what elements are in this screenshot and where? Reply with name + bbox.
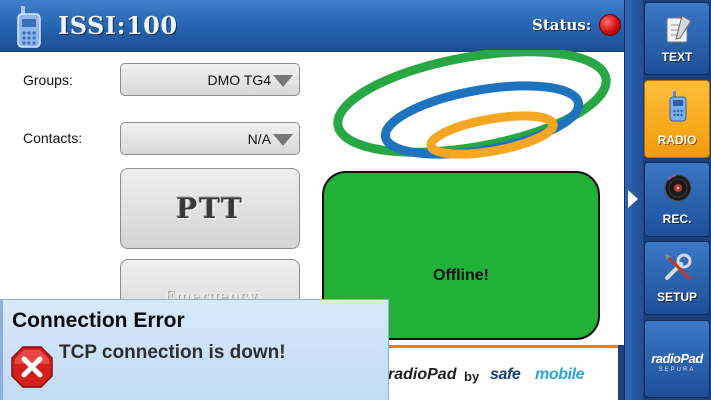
sidebar-item-radio[interactable]: RADIO: [644, 80, 710, 158]
status-label: Status:: [532, 16, 592, 34]
radiopad-brand-button[interactable]: radioPad SEPURA: [644, 320, 710, 398]
issi-title: ISSI:100: [58, 11, 178, 40]
sidebar-item-label: TEXT: [661, 50, 693, 64]
footer-company-part2: mobile: [535, 366, 585, 383]
groups-dropdown[interactable]: DMO TG4: [120, 63, 300, 96]
ptt-label: PTT: [176, 192, 244, 225]
status-indicator: [599, 14, 621, 36]
groups-label: Groups:: [23, 72, 73, 88]
error-message: TCP connection is down!: [59, 342, 286, 363]
footer-product-name: radioPad: [388, 366, 457, 383]
brand-sub-text: SEPURA: [658, 367, 696, 373]
sidebar-item-rec[interactable]: REC.: [644, 162, 710, 237]
error-title: Connection Error: [12, 309, 185, 332]
title-bar: ISSI:100 Status:: [0, 0, 624, 52]
sidebar-item-label: SETUP: [656, 290, 697, 304]
sidebar-item-label: RADIO: [657, 133, 697, 147]
chevron-down-icon: [273, 134, 293, 146]
groups-value: DMO TG4: [207, 72, 271, 88]
chevron-right-icon[interactable]: [628, 190, 638, 208]
connection-status-text: Offline!: [433, 267, 489, 284]
sidebar-item-label: REC.: [662, 212, 692, 226]
sidebar-edge: [618, 345, 624, 400]
error-icon: [11, 346, 53, 388]
notepad-icon: [666, 15, 692, 43]
sidebar-item-text[interactable]: TEXT: [644, 2, 710, 75]
tools-icon: [665, 253, 692, 280]
footer-by-text: by: [464, 369, 480, 384]
radio-icon: [17, 6, 41, 48]
error-dialog: Connection Error TCP connection is down!: [0, 299, 389, 400]
ellipse-logo: [333, 50, 611, 159]
radio-icon: [669, 91, 687, 122]
contacts-value: N/A: [247, 131, 271, 147]
footer-company-part1: safe: [490, 366, 521, 383]
contacts-dropdown[interactable]: N/A: [120, 122, 300, 155]
contacts-label: Contacts:: [23, 130, 83, 146]
chevron-down-icon: [273, 75, 293, 87]
ptt-button[interactable]: PTT: [120, 168, 300, 249]
sidebar-item-setup[interactable]: SETUP: [644, 241, 710, 315]
brand-logo-text: radioPad: [651, 351, 703, 366]
disc-icon: [664, 174, 692, 202]
